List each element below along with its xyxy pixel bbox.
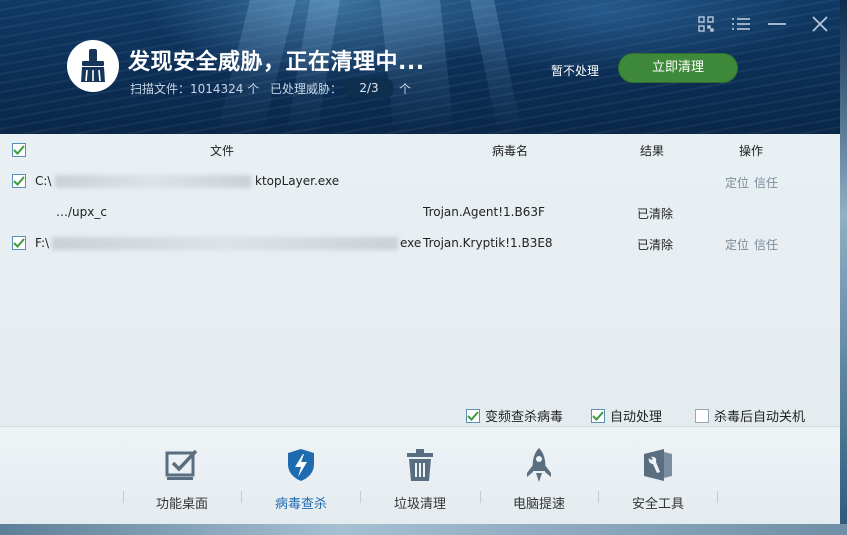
- trust-link[interactable]: 信任: [754, 236, 778, 253]
- minimize-icon[interactable]: [767, 14, 787, 34]
- trash-icon: [370, 445, 470, 485]
- option-label: 变频查杀病毒: [485, 410, 564, 425]
- result-status: 已清除: [637, 238, 674, 252]
- toolbar-separator: [598, 491, 599, 503]
- menu-icon[interactable]: [731, 14, 751, 34]
- row-checkbox[interactable]: [12, 236, 26, 250]
- tool-junk-clean[interactable]: 垃圾清理: [370, 445, 470, 512]
- checkbox-unchecked[interactable]: [695, 408, 709, 423]
- bottom-toolbar: 功能桌面 病毒查杀 垃圾清理 电脑提速 安全工具: [0, 426, 840, 524]
- checkbox-checked[interactable]: [591, 408, 605, 423]
- result-status: 已清除: [637, 207, 674, 221]
- option-label: 自动处理: [610, 410, 663, 425]
- column-header-virus: 病毒名: [492, 144, 529, 158]
- processed-count-badge: 2/3: [344, 78, 394, 98]
- tool-virus-scan[interactable]: 病毒查杀: [251, 445, 351, 512]
- column-header-result: 结果: [640, 144, 665, 158]
- virus-name: Trojan.Agent!1.B63F: [423, 205, 545, 219]
- trust-link[interactable]: 信任: [754, 174, 778, 191]
- antivirus-window: 发现安全威胁，正在清理中... 扫描文件：1014324 个 已处理威胁： 2/…: [0, 0, 847, 535]
- wrench-tools-icon: [608, 445, 708, 485]
- shield-lightning-icon: [251, 445, 351, 485]
- toolbar-separator: [123, 491, 124, 503]
- status-title: 发现安全威胁，正在清理中...: [128, 50, 425, 75]
- ignore-button[interactable]: 暂不处理: [551, 62, 599, 79]
- background-edge: [0, 524, 847, 535]
- background-edge: [840, 0, 847, 535]
- redacted-path: [52, 237, 398, 250]
- locate-link[interactable]: 定位: [725, 236, 749, 253]
- file-path-start: F:\: [35, 236, 50, 250]
- option-auto-handle[interactable]: 自动处理: [591, 406, 662, 425]
- rocket-icon: [489, 445, 589, 485]
- select-all-checkbox[interactable]: [12, 143, 26, 157]
- clean-now-button[interactable]: 立即清理: [618, 53, 738, 83]
- row-checkbox[interactable]: [12, 174, 26, 188]
- toolbar-separator: [480, 491, 481, 503]
- threat-list-panel: 文件 病毒名 结果 操作 C:\ ktopLayer.exe 定位 信任 …/u…: [0, 134, 840, 426]
- toolbar-separator: [241, 491, 242, 503]
- toolbar-separator: [360, 491, 361, 503]
- option-adaptive-scan[interactable]: 变频查杀病毒: [466, 406, 563, 425]
- checkbox-checked[interactable]: [466, 408, 480, 423]
- tool-label: 病毒查杀: [274, 497, 327, 512]
- qrcode-icon[interactable]: [696, 14, 716, 34]
- toolbar-separator: [717, 491, 718, 503]
- file-path-end: ktopLayer.exe: [255, 174, 340, 188]
- desktop-check-icon: [132, 445, 232, 485]
- virus-name: Trojan.Kryptik!1.B3E8: [423, 236, 553, 250]
- light-ray: [470, 0, 523, 134]
- close-icon[interactable]: [810, 14, 830, 34]
- option-label: 杀毒后自动关机: [714, 410, 806, 425]
- header-banner: 发现安全威胁，正在清理中... 扫描文件：1014324 个 已处理威胁： 2/…: [0, 0, 847, 134]
- tool-label: 安全工具: [631, 497, 684, 512]
- broom-icon: [67, 40, 119, 92]
- column-header-file: 文件: [210, 144, 235, 158]
- column-header-action: 操作: [739, 144, 764, 158]
- tool-security-tools[interactable]: 安全工具: [608, 445, 708, 512]
- tool-feature-desktop[interactable]: 功能桌面: [132, 445, 232, 512]
- tool-speed-up[interactable]: 电脑提速: [489, 445, 589, 512]
- locate-link[interactable]: 定位: [725, 174, 749, 191]
- scanned-count: 扫描文件：1014324 个: [130, 82, 260, 96]
- tool-label: 垃圾清理: [393, 497, 446, 512]
- processed-unit: 个: [399, 82, 412, 96]
- file-path-start: C:\: [35, 174, 52, 188]
- option-auto-shutdown[interactable]: 杀毒后自动关机: [695, 406, 805, 425]
- redacted-path: [55, 175, 251, 188]
- tool-label: 电脑提速: [512, 497, 565, 512]
- tool-label: 功能桌面: [155, 497, 208, 512]
- sub-file-path: …/upx_c: [56, 205, 107, 219]
- processed-label: 已处理威胁：: [270, 82, 343, 96]
- file-path-end: exe: [400, 236, 422, 250]
